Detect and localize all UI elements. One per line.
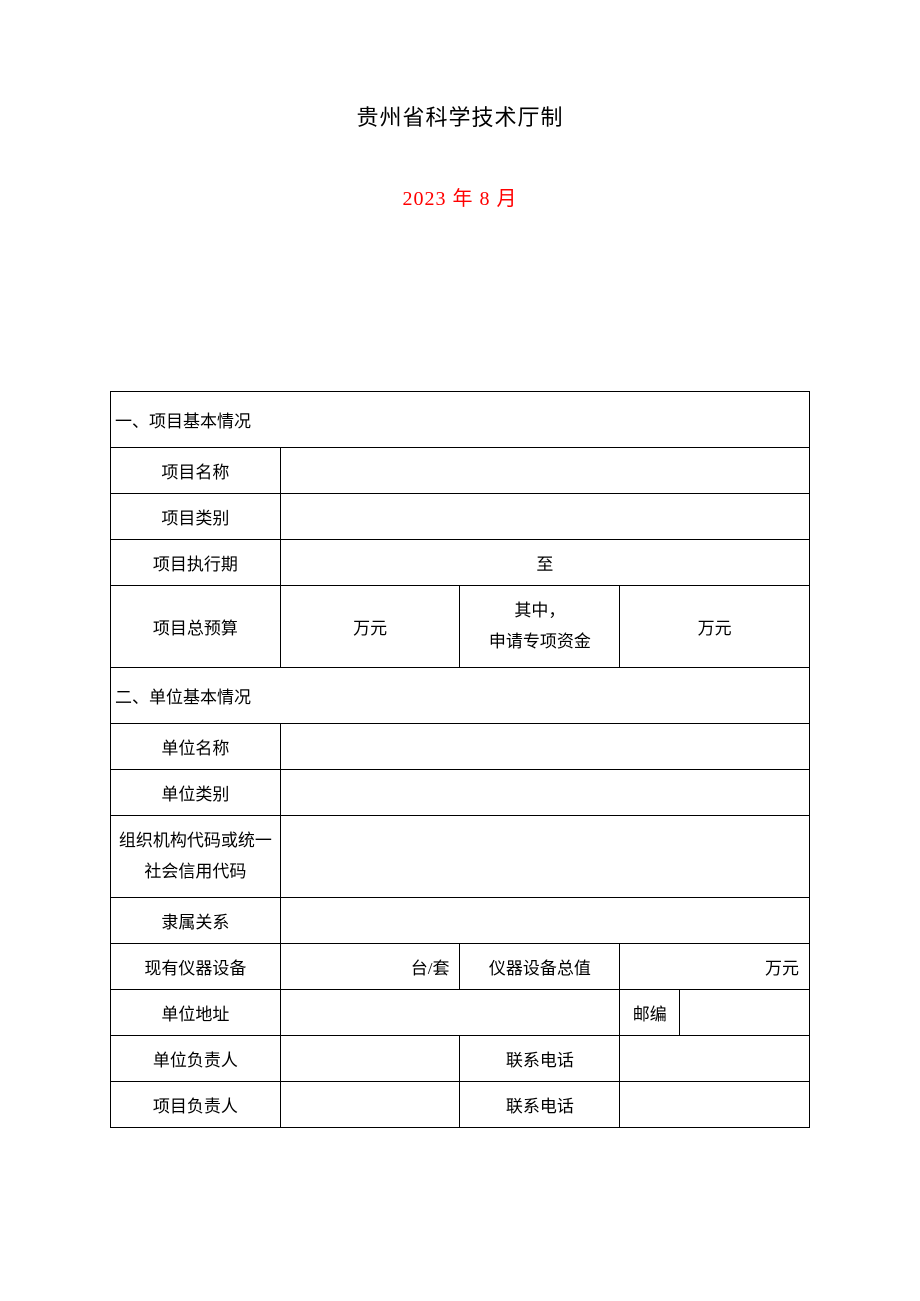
project-category-label: 项目类别 [111, 494, 281, 540]
unit-name-value [280, 724, 809, 770]
project-leader-value [280, 1082, 460, 1128]
project-category-value [280, 494, 809, 540]
postcode-label: 邮编 [620, 990, 680, 1036]
org-code-label: 组织机构代码或统一社会信用代码 [111, 816, 281, 898]
unit-name-label: 单位名称 [111, 724, 281, 770]
special-fund-label: 其中，申请专项资金 [460, 586, 620, 668]
unit-leader-label: 单位负责人 [111, 1036, 281, 1082]
document-date: 2023 年 8 月 [110, 182, 810, 211]
project-name-value [280, 448, 809, 494]
equipment-total-unit: 万元 [620, 944, 810, 990]
equipment-total-label: 仪器设备总值 [460, 944, 620, 990]
unit-leader-value [280, 1036, 460, 1082]
postcode-value [680, 990, 810, 1036]
project-leader-phone-label: 联系电话 [460, 1082, 620, 1128]
org-code-value [280, 816, 809, 898]
total-budget-label: 项目总预算 [111, 586, 281, 668]
project-period-label: 项目执行期 [111, 540, 281, 586]
affiliation-label: 隶属关系 [111, 898, 281, 944]
project-name-label: 项目名称 [111, 448, 281, 494]
project-leader-label: 项目负责人 [111, 1082, 281, 1128]
section-2-header: 二、单位基本情况 [111, 668, 810, 724]
equipment-label: 现有仪器设备 [111, 944, 281, 990]
section-1-header: 一、项目基本情况 [111, 392, 810, 448]
unit-category-value [280, 770, 809, 816]
unit-category-label: 单位类别 [111, 770, 281, 816]
issuer-title: 贵州省科学技术厅制 [110, 100, 810, 132]
special-fund-unit: 万元 [620, 586, 810, 668]
address-value [280, 990, 620, 1036]
unit-leader-phone-value [620, 1036, 810, 1082]
total-budget-unit: 万元 [280, 586, 460, 668]
affiliation-value [280, 898, 809, 944]
address-label: 单位地址 [111, 990, 281, 1036]
project-period-value: 至 [280, 540, 809, 586]
application-form-table: 一、项目基本情况 项目名称 项目类别 项目执行期 至 项目总预算 万元 其中，申… [110, 391, 810, 1128]
project-leader-phone-value [620, 1082, 810, 1128]
unit-leader-phone-label: 联系电话 [460, 1036, 620, 1082]
equipment-unit: 台/套 [280, 944, 460, 990]
